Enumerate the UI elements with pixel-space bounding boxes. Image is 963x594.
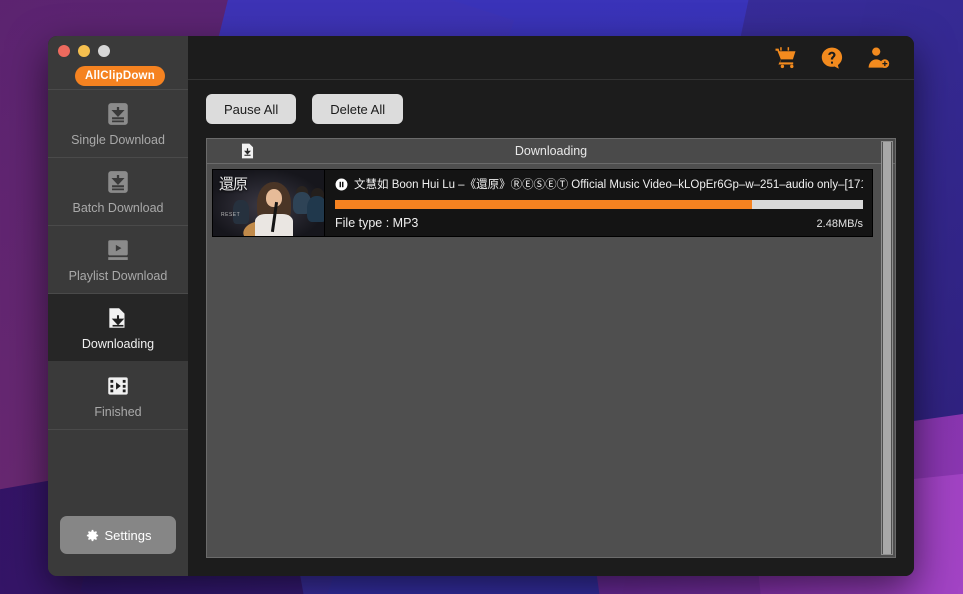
cart-icon[interactable]: [774, 46, 798, 70]
sidebar-item-label: Batch Download: [72, 200, 164, 215]
sidebar-nav: Single Download Batch Download Playlist …: [48, 90, 188, 430]
settings-label: Settings: [104, 527, 152, 543]
row-meta: File type : MP3 2.48MB/s: [335, 216, 863, 230]
download-folder-icon: [105, 305, 131, 331]
window-controls: [58, 45, 110, 57]
play-video-icon: [105, 237, 131, 263]
list-header-title: Downloading: [514, 144, 588, 158]
title-bar: [188, 36, 914, 80]
file-download-icon: [240, 143, 255, 159]
minimize-button[interactable]: [78, 45, 90, 57]
settings-button[interactable]: Settings: [60, 516, 176, 554]
sidebar-item-finished[interactable]: Finished: [48, 362, 188, 430]
app-window: AllClipDown Single Download Batch Downlo…: [48, 36, 914, 576]
row-details: 文慧如 Boon Hui Lu –《還原》ⓇⒺⓈⒺⓉ Official Musi…: [325, 170, 872, 236]
main-content: Pause All Delete All Downloading 還原 RESE…: [188, 36, 914, 576]
sidebar-spacer: [48, 430, 188, 516]
row-title: 文慧如 Boon Hui Lu –《還原》ⓇⒺⓈⒺⓉ Official Musi…: [354, 179, 863, 191]
sidebar-item-batch-download[interactable]: Batch Download: [48, 158, 188, 226]
sidebar-item-downloading[interactable]: Downloading: [48, 294, 188, 362]
file-type-info: File type : MP3: [335, 216, 418, 230]
list-scrollbar[interactable]: [881, 141, 893, 555]
help-icon[interactable]: [820, 46, 844, 70]
sidebar-item-label: Playlist Download: [68, 268, 168, 283]
sidebar-item-label: Single Download: [71, 132, 165, 147]
progress-bar: [335, 199, 863, 209]
action-toolbar: Pause All Delete All: [188, 80, 914, 138]
file-type-label: File type :: [335, 216, 390, 230]
file-type-value: MP3: [392, 216, 419, 230]
pause-circle-icon[interactable]: [335, 178, 348, 191]
sidebar-item-playlist-download[interactable]: Playlist Download: [48, 226, 188, 294]
sidebar-footer: Settings: [48, 516, 188, 576]
delete-all-button[interactable]: Delete All: [312, 94, 404, 124]
download-tray-icon: [105, 101, 131, 127]
list-header: Downloading: [207, 139, 895, 164]
maximize-button[interactable]: [98, 45, 110, 57]
video-thumbnail: 還原 RESET: [213, 170, 325, 236]
pause-all-button[interactable]: Pause All: [206, 94, 297, 124]
sidebar-item-single-download[interactable]: Single Download: [48, 90, 188, 158]
row-title-line: 文慧如 Boon Hui Lu –《還原》ⓇⒺⓈⒺⓉ Official Musi…: [335, 176, 863, 192]
thumbnail-overlay-subtitle: RESET: [221, 212, 241, 218]
download-list-body: 還原 RESET 文慧如 Boon Hui Lu –《還原》ⓇⒺⓈⒺⓉ Offi…: [207, 164, 895, 557]
scrollbar-thumb[interactable]: [883, 142, 891, 554]
download-speed: 2.48MB/s: [816, 218, 863, 230]
account-add-icon[interactable]: [866, 46, 890, 70]
close-button[interactable]: [58, 45, 70, 57]
download-list-panel: Downloading 還原 RESET 文慧如 Boon Hui Lu –《還…: [206, 138, 896, 558]
film-play-icon: [105, 373, 131, 399]
table-row[interactable]: 還原 RESET 文慧如 Boon Hui Lu –《還原》ⓇⒺⓈⒺⓉ Offi…: [212, 169, 873, 237]
sidebar-header: AllClipDown: [48, 36, 188, 90]
sidebar: AllClipDown Single Download Batch Downlo…: [48, 36, 188, 576]
gear-icon: [85, 528, 100, 543]
download-tray-icon: [105, 169, 131, 195]
progress-bar-fill: [335, 199, 753, 209]
sidebar-item-label: Downloading: [81, 336, 155, 351]
thumbnail-figure: [307, 196, 324, 222]
app-brand-badge: AllClipDown: [75, 66, 165, 86]
sidebar-item-label: Finished: [94, 404, 142, 419]
thumbnail-overlay-title: 還原: [219, 177, 248, 193]
